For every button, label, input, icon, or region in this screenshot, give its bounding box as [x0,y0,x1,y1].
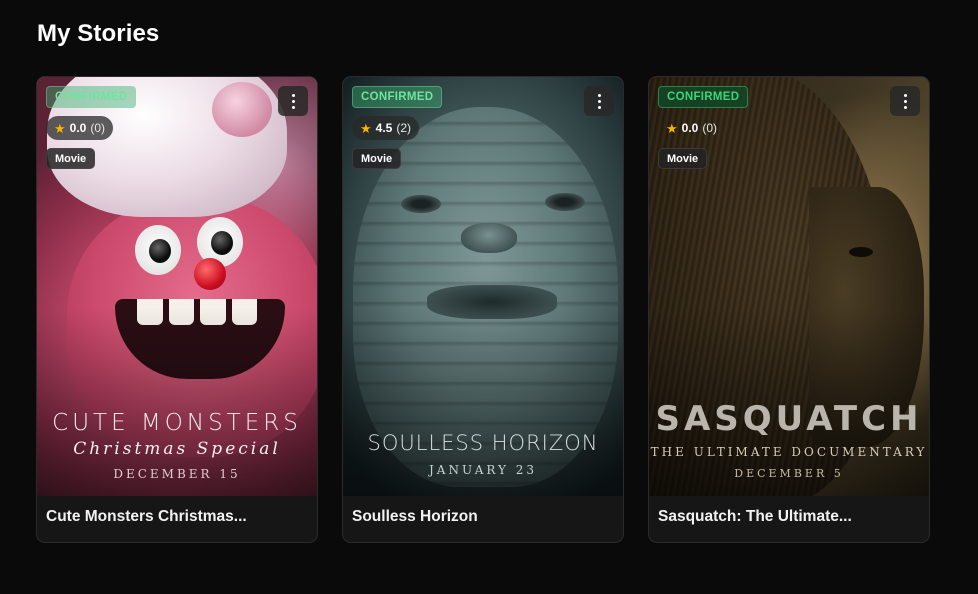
page-title: My Stories [37,20,160,47]
rating-badge: ★ 0.0 (0) [46,116,114,140]
stories-grid: CUTE MONSTERS Christmas Special DECEMBER… [36,76,930,543]
genre-tag: Movie [46,148,96,169]
rating-count: (0) [90,121,106,135]
genre-tag: Movie [658,148,708,169]
story-title[interactable]: Cute Monsters Christmas... [46,508,308,526]
rating-badge: ★ 4.5 (2) [352,116,420,140]
story-title[interactable]: Soulless Horizon [352,508,614,526]
kebab-menu-icon [903,93,907,109]
kebab-menu-icon [291,93,295,109]
rating-count: (2) [396,121,412,135]
rating-value: 4.5 [375,121,393,135]
star-icon: ★ [666,120,678,136]
story-title[interactable]: Sasquatch: The Ultimate... [658,508,920,526]
status-badge: CONFIRMED [46,86,137,108]
story-poster-image[interactable]: SASQUATCH THE ULTIMATE DOCUMENTARY DECEM… [649,77,929,496]
story-card[interactable]: SOULLESS HORIZON JANUARY 23 CONFIRMED ★ … [342,76,624,543]
rating-count: (0) [702,121,718,135]
star-icon: ★ [54,120,66,136]
status-badge: CONFIRMED [658,86,749,108]
rating-badge: ★ 0.0 (0) [658,116,725,140]
more-options-button[interactable] [278,86,308,116]
genre-tag: Movie [352,148,402,169]
story-card[interactable]: CUTE MONSTERS Christmas Special DECEMBER… [36,76,318,543]
story-poster-image[interactable]: CUTE MONSTERS Christmas Special DECEMBER… [37,77,317,496]
rating-value: 0.0 [681,121,699,135]
more-options-button[interactable] [890,86,920,116]
rating-value: 0.0 [69,121,87,135]
status-badge: CONFIRMED [352,86,443,108]
story-poster-image[interactable]: SOULLESS HORIZON JANUARY 23 CONFIRMED ★ … [343,77,623,496]
story-card[interactable]: SASQUATCH THE ULTIMATE DOCUMENTARY DECEM… [648,76,930,543]
more-options-button[interactable] [584,86,614,116]
kebab-menu-icon [597,93,601,109]
star-icon: ★ [360,120,372,136]
